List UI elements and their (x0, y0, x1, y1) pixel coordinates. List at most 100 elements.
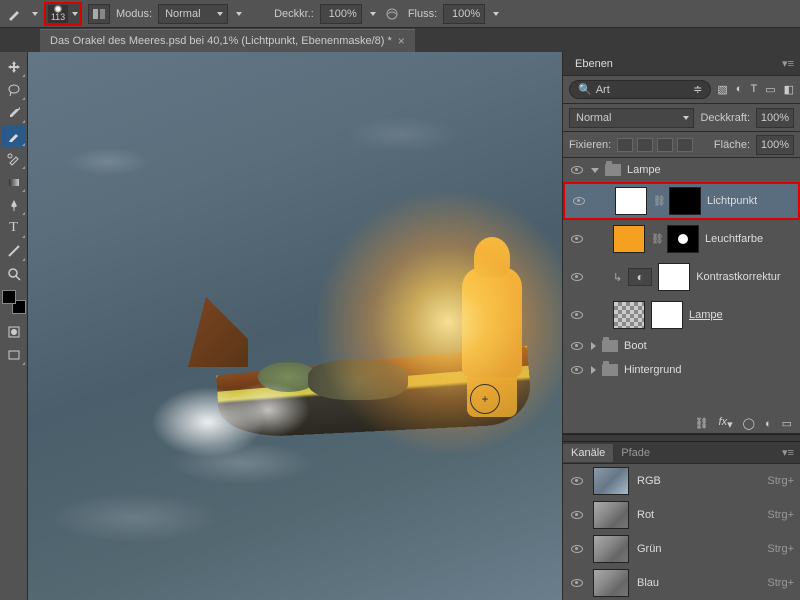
screen-mode-toggle[interactable] (2, 344, 26, 366)
mask-thumbnail[interactable] (658, 263, 690, 291)
visibility-toggle[interactable] (569, 232, 585, 246)
line-tool[interactable] (2, 240, 26, 262)
lock-all-icon[interactable] (677, 138, 693, 152)
channel-thumbnail (593, 501, 629, 529)
history-brush-tool[interactable] (2, 148, 26, 170)
chevron-down-icon[interactable] (370, 12, 376, 16)
pressure-opacity-icon[interactable] (382, 5, 402, 23)
lock-position-icon[interactable] (657, 138, 673, 152)
add-mask-icon[interactable]: ◯ (743, 417, 755, 430)
visibility-toggle[interactable] (571, 194, 587, 208)
filter-smart-icon[interactable]: ◧ (784, 83, 794, 96)
link-layers-icon[interactable]: ⛓ (695, 417, 709, 430)
visibility-toggle[interactable] (569, 270, 585, 284)
panel-menu-icon[interactable]: ▾≡ (782, 57, 794, 70)
visibility-toggle[interactable] (569, 339, 585, 353)
blend-mode-dropdown[interactable]: Normal (158, 4, 228, 24)
panel-menu-icon[interactable]: ▾≡ (782, 446, 800, 459)
move-tool[interactable] (2, 56, 26, 78)
channel-thumbnail (593, 569, 629, 597)
adjustment-thumbnail[interactable] (628, 268, 652, 286)
layer-group-boot[interactable]: Boot (563, 334, 800, 358)
channels-panel-tabs: Kanäle Pfade ▾≡ (563, 442, 800, 464)
search-icon: 🔍 (578, 83, 592, 96)
flow-input[interactable]: 100% (443, 4, 485, 24)
brush-tool[interactable] (2, 125, 26, 147)
fill-input[interactable]: 100% (756, 135, 794, 155)
visibility-toggle[interactable] (569, 508, 585, 522)
channel-rgb[interactable]: RGB Strg+ (563, 464, 800, 498)
fill-label: Fläche: (714, 139, 750, 151)
mode-label: Modus: (116, 8, 152, 20)
canvas[interactable] (28, 52, 562, 600)
chevron-down-icon[interactable] (493, 12, 499, 16)
document-tab[interactable]: Das Orakel des Meeres.psd bei 40,1% (Lic… (40, 29, 415, 52)
expand-icon[interactable] (591, 342, 596, 350)
new-adjustment-icon[interactable]: ◐ (765, 418, 772, 430)
chevron-down-icon (72, 12, 78, 16)
tool-options-bar: 113 Modus: Normal Deckkr.: 100% Fluss: 1… (0, 0, 800, 28)
layer-group-hintergrund[interactable]: Hintergrund (563, 358, 800, 382)
pen-tool[interactable] (2, 194, 26, 216)
visibility-toggle[interactable] (569, 363, 585, 377)
document-tab-bar: Das Orakel des Meeres.psd bei 40,1% (Lic… (0, 28, 800, 52)
channels-list: RGB Strg+ Rot Strg+ Grün Strg+ Blau Strg… (563, 464, 800, 600)
layers-tab[interactable]: Ebenen (569, 56, 619, 72)
layer-thumbnail[interactable] (615, 187, 647, 215)
mask-thumbnail[interactable] (667, 225, 699, 253)
mask-link-icon[interactable]: ⛓ (653, 194, 663, 208)
chevron-down-icon[interactable] (236, 12, 242, 16)
new-group-icon[interactable]: ▭ (782, 417, 792, 430)
opacity-input[interactable]: 100% (320, 4, 362, 24)
channel-rot[interactable]: Rot Strg+ (563, 498, 800, 532)
layer-blend-mode[interactable]: Normal (569, 108, 694, 128)
folder-icon (602, 340, 618, 352)
layer-kontrastkorrektur[interactable]: ↳ Kontrastkorrektur (563, 258, 800, 296)
filter-shape-icon[interactable]: ▭ (765, 83, 775, 96)
layer-thumbnail[interactable] (613, 225, 645, 253)
channels-tab[interactable]: Kanäle (563, 444, 613, 462)
mask-thumbnail[interactable] (651, 301, 683, 329)
expand-icon[interactable] (591, 168, 599, 173)
brush-preset-picker[interactable]: 113 (44, 2, 82, 26)
layer-filter-dropdown[interactable]: 🔍 Art ≑ (569, 80, 711, 99)
lock-transparency-icon[interactable] (617, 138, 633, 152)
brush-preview: 113 (48, 5, 68, 23)
layers-panel-header: Ebenen ▾≡ (563, 52, 800, 76)
visibility-toggle[interactable] (569, 542, 585, 556)
lasso-tool[interactable] (2, 79, 26, 101)
layer-lichtpunkt[interactable]: ⛓ Lichtpunkt (563, 182, 800, 220)
lock-pixels-icon[interactable] (637, 138, 653, 152)
layers-list: Lampe ⛓ Lichtpunkt ⛓ Leuchtfarbe (563, 158, 800, 382)
layers-footer: ⛓ fx▾ ◯ ◐ ▭ (563, 414, 800, 434)
filter-type-icon[interactable]: T (750, 83, 757, 96)
brush-panel-toggle[interactable] (88, 4, 110, 24)
channel-gruen[interactable]: Grün Strg+ (563, 532, 800, 566)
filter-adjustment-icon[interactable]: ◐ (736, 83, 743, 96)
tool-preset-arrow[interactable] (32, 12, 38, 16)
mask-thumbnail[interactable] (669, 187, 701, 215)
tools-panel: T (0, 52, 28, 600)
layer-lampe[interactable]: Lampe (563, 296, 800, 334)
visibility-toggle[interactable] (569, 474, 585, 488)
zoom-tool[interactable] (2, 263, 26, 285)
gradient-tool[interactable] (2, 171, 26, 193)
close-icon[interactable]: × (398, 34, 405, 48)
visibility-toggle[interactable] (569, 308, 585, 322)
mask-link-icon[interactable]: ⛓ (651, 232, 661, 246)
type-tool[interactable]: T (2, 217, 26, 239)
layer-opacity-input[interactable]: 100% (756, 108, 794, 128)
layer-thumbnail[interactable] (613, 301, 645, 329)
channel-blau[interactable]: Blau Strg+ (563, 566, 800, 600)
layer-fx-icon[interactable]: fx▾ (719, 416, 733, 431)
visibility-toggle[interactable] (569, 576, 585, 590)
layer-leuchtfarbe[interactable]: ⛓ Leuchtfarbe (563, 220, 800, 258)
eyedropper-tool[interactable] (2, 102, 26, 124)
paths-tab[interactable]: Pfade (613, 444, 658, 462)
expand-icon[interactable] (591, 366, 596, 374)
layer-group-lampe[interactable]: Lampe (563, 158, 800, 182)
color-swatches[interactable] (2, 290, 26, 314)
quick-mask-toggle[interactable] (2, 321, 26, 343)
filter-pixel-icon[interactable]: ▧ (717, 83, 727, 96)
visibility-toggle[interactable] (569, 163, 585, 177)
